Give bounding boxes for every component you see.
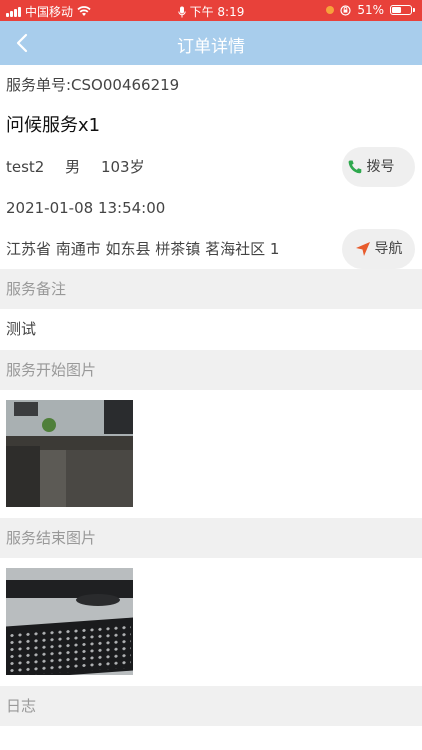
log-section-header: 日志 (0, 686, 422, 726)
address-text: 江苏省 南通市 如东县 栟茶镇 茗海社区 1 (6, 240, 280, 258)
battery-icon (390, 5, 415, 15)
microphone-icon (177, 6, 186, 17)
start-photo-section-header: 服务开始图片 (0, 350, 422, 390)
order-detail: 服务单号:CSO00466219 问候服务x1 test2 男 103岁 拨号 … (0, 65, 422, 726)
service-address: 江苏省 南通市 如东县 栟茶镇 茗海社区 1 导航 (0, 229, 422, 269)
remark-text: 测试 (6, 320, 37, 338)
status-bar: 中国移动 下午 8:19 51% (0, 0, 422, 21)
end-photo-thumbnail[interactable] (6, 568, 133, 675)
recording-dot-icon (326, 6, 335, 14)
phone-icon (348, 160, 361, 174)
start-photo-list (0, 390, 422, 518)
navigation-arrow-icon (355, 242, 370, 256)
start-photo-thumbnail[interactable] (6, 400, 133, 507)
call-label: 拨号 (366, 159, 395, 175)
navigate-button[interactable]: 导航 (342, 229, 415, 269)
status-time: 下午 8:19 (189, 5, 245, 19)
end-photo-section-header: 服务结束图片 (0, 518, 422, 558)
page-title: 订单详情 (177, 37, 245, 57)
nav-bar: 订单详情 (0, 21, 422, 65)
customer-info: test2 男 103岁 拨号 (0, 147, 422, 187)
orientation-lock-icon (340, 4, 351, 16)
remark-section-header: 服务备注 (0, 269, 422, 309)
status-right: 51% (326, 3, 415, 17)
order-number: 服务单号:CSO00466219 (6, 76, 180, 94)
service-datetime: 2021-01-08 13:54:00 (6, 199, 166, 217)
navigate-label: 导航 (374, 241, 403, 257)
customer-gender: 男 (65, 158, 81, 176)
customer-age: 103岁 (100, 158, 145, 176)
service-name: 问候服务x1 (6, 115, 101, 136)
end-photo-list (0, 558, 422, 686)
customer-name: test2 (6, 158, 45, 176)
call-button[interactable]: 拨号 (342, 147, 415, 187)
battery-percent: 51% (357, 3, 384, 17)
